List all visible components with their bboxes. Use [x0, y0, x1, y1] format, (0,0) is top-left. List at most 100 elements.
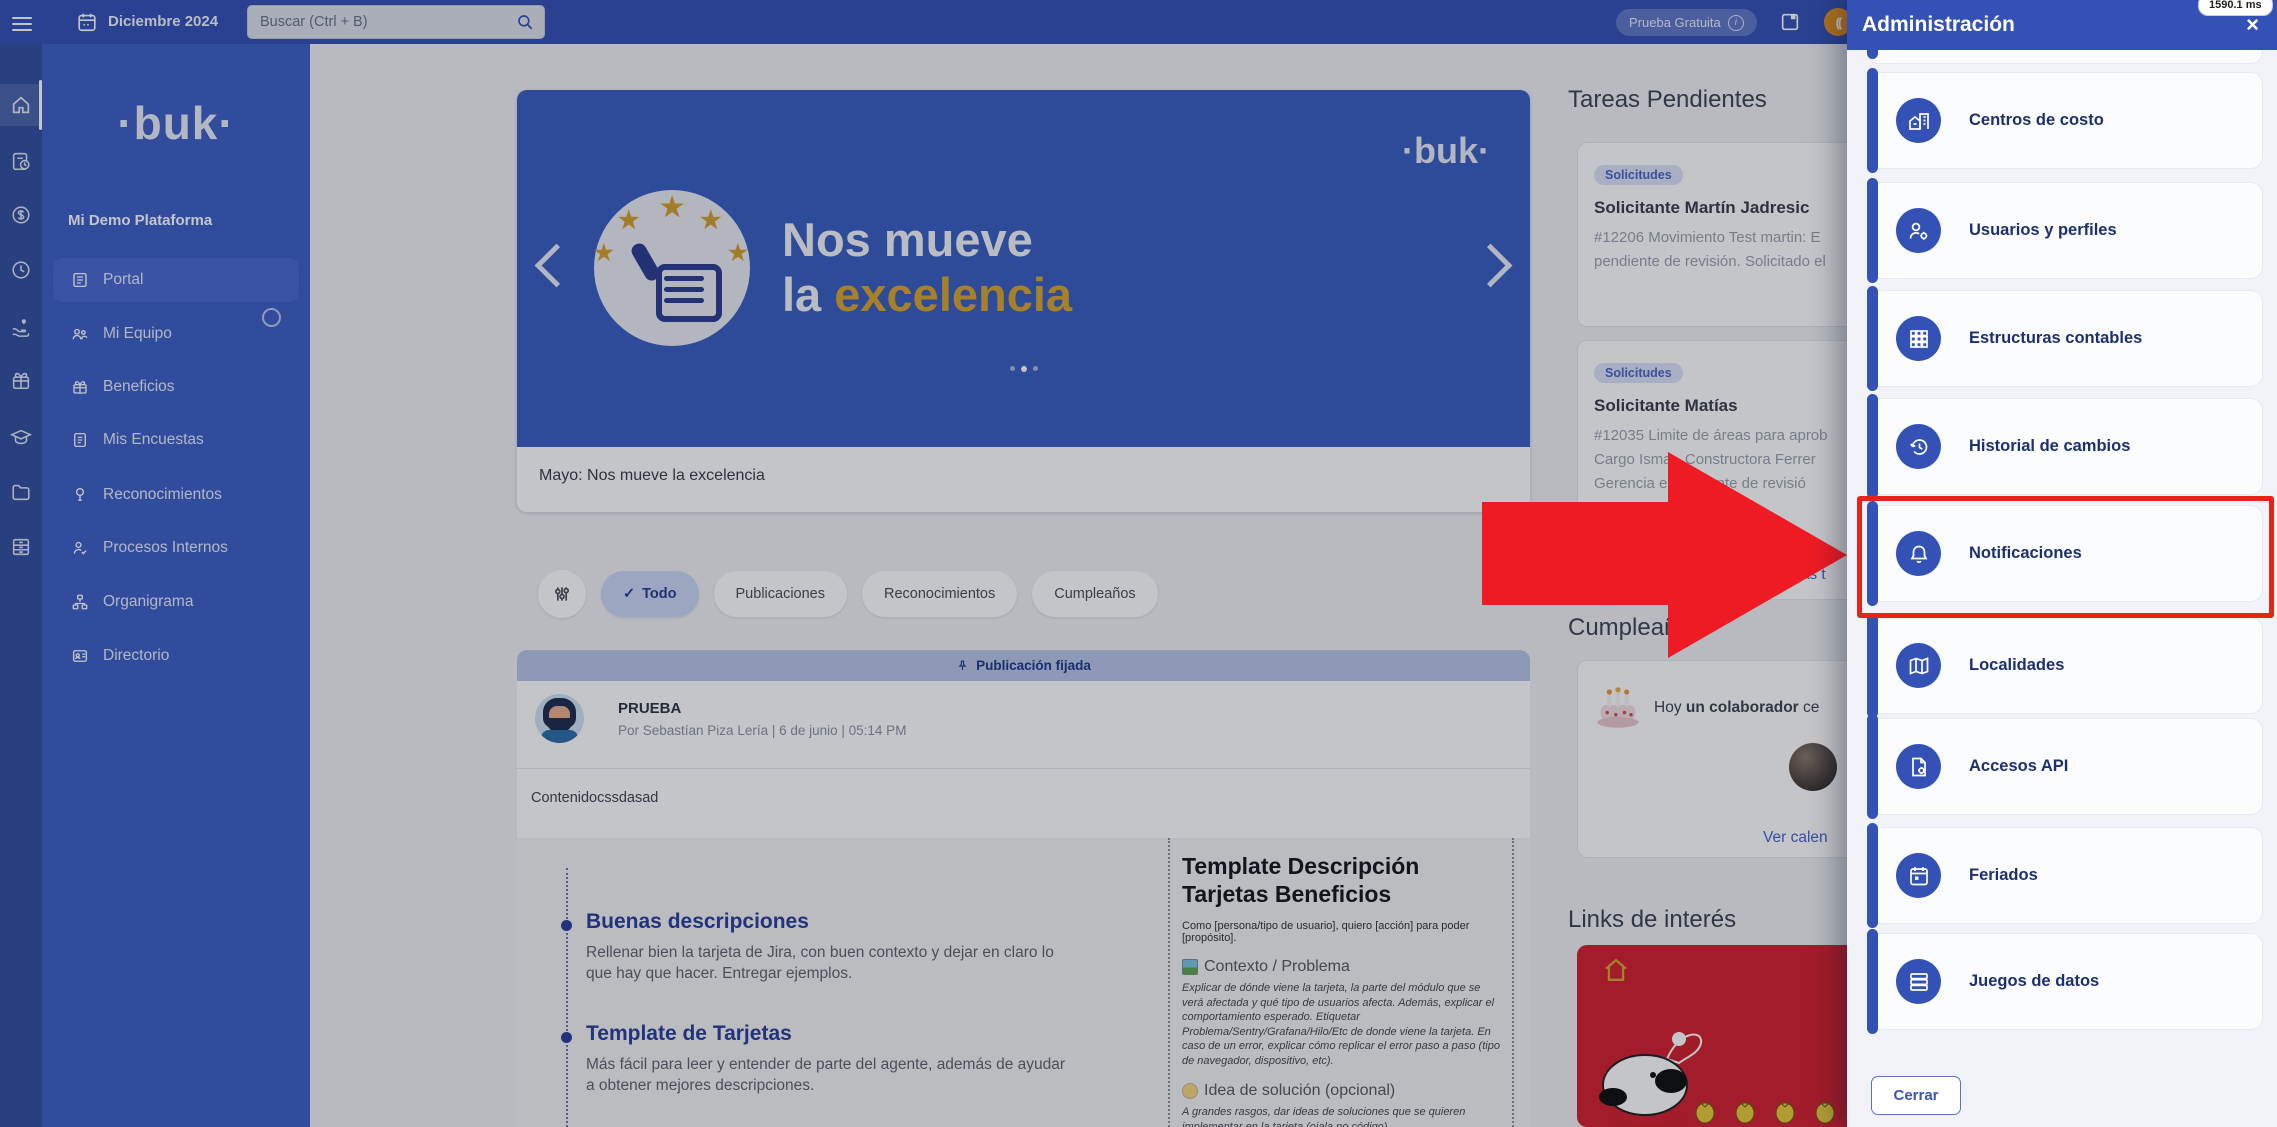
status-badge: Solicitudes	[1594, 165, 1683, 185]
interest-link-card[interactable]	[1577, 945, 1880, 1127]
user-gear-icon	[1907, 219, 1931, 243]
hand-heart-icon[interactable]	[10, 316, 32, 338]
bell-icon	[1907, 542, 1931, 566]
info-icon: i	[1728, 15, 1744, 31]
bulb-icon	[1182, 1083, 1198, 1099]
admin-item-accesos-api[interactable]: Accesos API	[1868, 718, 2263, 815]
sidebar-item-organigrama[interactable]: Organigrama	[53, 580, 299, 624]
clock-icon[interactable]	[10, 259, 32, 281]
person-check-icon	[71, 539, 89, 557]
check-icon: ✓	[623, 586, 635, 602]
house-icon	[1599, 953, 1633, 987]
medal-icon	[71, 486, 89, 504]
banner-headline: Nos mueve la excelencia	[782, 212, 1072, 322]
pending-indicator	[262, 308, 281, 327]
sidebar-item-mi-equipo[interactable]: Mi Equipo	[53, 312, 299, 356]
search-input[interactable]	[258, 13, 516, 31]
filter-chip-publicaciones[interactable]: Publicaciones	[714, 571, 847, 617]
app-screen: Diciembre 2024 Prueba Gratuita i (( ·buk…	[0, 0, 2277, 1127]
view-calendar-link[interactable]: Ver calen	[1763, 829, 1828, 847]
filter-chip-todo[interactable]: ✓ Todo	[601, 571, 699, 617]
folder-icon[interactable]	[10, 481, 32, 503]
people-icon	[71, 325, 89, 343]
grid-icon	[1907, 327, 1931, 351]
admin-item-juegos-de-datos[interactable]: Juegos de datos	[1868, 933, 2263, 1030]
cabinet-icon[interactable]	[10, 536, 32, 558]
sidebar-item-directorio[interactable]: Directorio	[53, 634, 299, 678]
sidebar-item-procesos-internos[interactable]: Procesos Internos	[53, 526, 299, 570]
admin-item-localidades[interactable]: Localidades	[1868, 617, 2263, 714]
post-byline: Por Sebastían Piza Lería | 6 de junio | …	[618, 723, 906, 738]
admin-item-centros-de-costo[interactable]: Centros de costo	[1868, 72, 2263, 169]
home-icon[interactable]	[10, 94, 32, 116]
clipboard-clock-icon[interactable]	[10, 150, 32, 172]
filter-chip-cumpleanos[interactable]: Cumpleaños	[1032, 571, 1157, 617]
pinned-post-card: Publicación fijada PRUEBA Por Sebastían …	[517, 650, 1530, 1127]
feed-filters: ✓ Todo Publicaciones Reconocimientos Cum…	[538, 570, 1158, 618]
calendar-icon	[76, 11, 98, 33]
banner-buk-logo: ·buk·	[1402, 130, 1490, 172]
filter-chip-reconocimientos[interactable]: Reconocimientos	[862, 571, 1017, 617]
sidebar-item-beneficios[interactable]: Beneficios	[53, 365, 299, 409]
carousel-dots[interactable]	[517, 366, 1530, 372]
history-icon	[1907, 435, 1931, 459]
avatar	[535, 694, 584, 743]
calendar-icon	[1907, 864, 1931, 888]
gift-icon	[71, 378, 89, 396]
filter-button[interactable]	[538, 570, 586, 618]
performance-tooltip: 1590.1 ms	[2198, 0, 2273, 16]
doc-body: Más fácil para leer y entender de parte …	[586, 1054, 1066, 1096]
bookmark-panel-icon[interactable]	[1779, 11, 1801, 33]
birthday-avatar[interactable]	[1789, 743, 1837, 791]
gift-icon[interactable]	[10, 369, 32, 391]
admin-item-feriados[interactable]: Feriados	[1868, 827, 2263, 924]
admin-item-historial-de-cambios[interactable]: Historial de cambios	[1868, 398, 2263, 495]
post-content: Contenidocssdasad	[531, 790, 658, 806]
survey-icon	[71, 431, 89, 449]
picture-icon	[1182, 959, 1198, 975]
platform-name: Mi Demo Plataforma	[68, 212, 212, 229]
sidebar: ·buk· Mi Demo Plataforma Portal Mi Equip…	[42, 44, 310, 1127]
buk-logo: ·buk·	[42, 96, 310, 150]
building-icon	[1907, 109, 1931, 133]
links-heading: Links de interés	[1568, 906, 1736, 934]
tasks-heading: Tareas Pendientes	[1568, 86, 1767, 114]
graduation-cap-icon[interactable]	[10, 426, 32, 448]
map-icon	[1907, 654, 1931, 678]
search-icon[interactable]	[516, 13, 534, 31]
admin-drawer: Administración × Centros de costo Usuari…	[1847, 0, 2277, 1127]
status-badge: Solicitudes	[1594, 363, 1683, 383]
hamburger-menu-icon[interactable]	[12, 13, 32, 35]
period-selector[interactable]: Diciembre 2024	[108, 13, 218, 30]
carousel-prev-icon[interactable]	[535, 244, 579, 288]
trial-badge[interactable]: Prueba Gratuita i	[1616, 9, 1757, 36]
sidebar-item-portal[interactable]: Portal	[53, 258, 299, 302]
cake-icon	[1592, 679, 1644, 731]
doc-template-panel: Template Descripción Tarjetas Beneficios…	[1168, 838, 1514, 1127]
sidebar-item-mis-encuestas[interactable]: Mis Encuestas	[53, 418, 299, 462]
close-icon[interactable]: ×	[2246, 14, 2259, 36]
coin-icon[interactable]	[10, 204, 32, 226]
task-card[interactable]: Solicitudes Solicitante Martín Jadresic …	[1577, 142, 1880, 327]
post-title: PRUEBA	[618, 700, 681, 717]
doc-heading: Buenas descripciones	[586, 910, 809, 934]
search-box	[247, 5, 545, 39]
excellence-badge: ★ ★ ★ ★ ★	[594, 190, 750, 346]
sliders-icon	[552, 584, 572, 604]
sidebar-item-reconocimientos[interactable]: Reconocimientos	[53, 473, 299, 517]
pinned-banner: Publicación fijada	[517, 650, 1530, 681]
banner-caption: Mayo: Nos mueve la excelencia	[517, 447, 1530, 512]
annotation-arrow	[1478, 448, 1850, 660]
carousel-next-icon[interactable]	[1469, 244, 1513, 288]
admin-item-usuarios-y-perfiles[interactable]: Usuarios y perfiles	[1868, 182, 2263, 279]
id-card-icon	[71, 647, 89, 665]
doc-heading: Template de Tarjetas	[586, 1022, 792, 1046]
birthday-card: Hoy un colaborador ce Ver calen	[1577, 660, 1880, 858]
admin-item-notificaciones[interactable]: Notificaciones	[1868, 505, 2263, 602]
admin-item-estructuras-contables[interactable]: Estructuras contables	[1868, 290, 2263, 387]
database-icon	[1907, 970, 1931, 994]
doc-body: Rellenar bien la tarjeta de Jira, con bu…	[586, 942, 1066, 984]
file-gear-icon	[1907, 755, 1931, 779]
drawer-close-button[interactable]: Cerrar	[1871, 1076, 1961, 1115]
icon-rail	[0, 44, 42, 1127]
